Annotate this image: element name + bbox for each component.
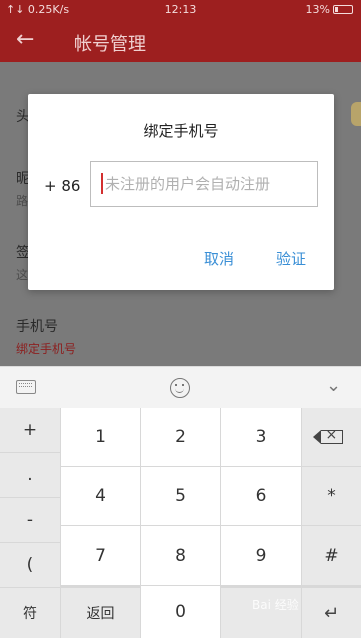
key-2[interactable]: 2: [141, 408, 220, 466]
back-key[interactable]: 返回: [61, 588, 140, 638]
battery-status: 13%: [306, 3, 353, 16]
symbols-key[interactable]: 符: [0, 588, 60, 638]
watermark: Bai 经验: [252, 598, 299, 612]
text-caret: [101, 173, 103, 194]
key-7[interactable]: 7: [61, 526, 140, 585]
key-8[interactable]: 8: [141, 526, 220, 585]
key-3[interactable]: 3: [221, 408, 301, 466]
battery-icon: [333, 5, 353, 14]
keyboard-toolbar: ⌄: [0, 366, 361, 408]
key-star[interactable]: *: [302, 467, 361, 525]
key-0[interactable]: 0: [141, 586, 220, 638]
enter-icon: ↵: [323, 602, 340, 624]
key-1[interactable]: 1: [61, 408, 140, 466]
backspace-key[interactable]: [302, 408, 361, 466]
page-title: 帐号管理: [74, 34, 146, 55]
phone-input[interactable]: [90, 161, 318, 207]
status-bar: ↑↓ 0.25K/s 12:13 13%: [0, 0, 361, 20]
key-4[interactable]: 4: [61, 467, 140, 525]
key-plus[interactable]: +: [0, 408, 60, 452]
key-dot[interactable]: .: [0, 453, 60, 497]
list-item-phone[interactable]: 手机号 绑定手机号: [16, 316, 76, 357]
key-hash[interactable]: #: [302, 526, 361, 585]
app-bar: ← 帐号管理: [0, 20, 361, 62]
numeric-keypad: + . - ( 1 2 3 4 5 6 7 8 9 * # 符 返回 0 ↵: [0, 408, 361, 638]
avatar: [351, 102, 361, 126]
chevron-down-icon[interactable]: ⌄: [326, 375, 341, 396]
key-6[interactable]: 6: [221, 467, 301, 525]
dialog-title: 绑定手机号: [143, 122, 219, 140]
key-minus[interactable]: -: [0, 498, 60, 542]
country-code: + 86: [44, 177, 81, 195]
key-9[interactable]: 9: [221, 526, 301, 585]
bind-phone-dialog: 绑定手机号 + 86 取消 验证: [28, 94, 334, 290]
verify-button[interactable]: 验证: [276, 248, 306, 269]
key-paren[interactable]: (: [0, 543, 60, 587]
enter-key[interactable]: ↵: [302, 588, 361, 638]
arrow-left-icon[interactable]: ←: [16, 28, 34, 52]
key-5[interactable]: 5: [141, 467, 220, 525]
cancel-button[interactable]: 取消: [204, 248, 234, 269]
list-item-value: 绑定手机号: [16, 342, 77, 356]
backspace-icon: [312, 427, 343, 444]
keyboard-icon[interactable]: [16, 380, 36, 394]
list-item-label: 手机号: [16, 319, 58, 335]
emoji-icon[interactable]: [170, 378, 190, 398]
